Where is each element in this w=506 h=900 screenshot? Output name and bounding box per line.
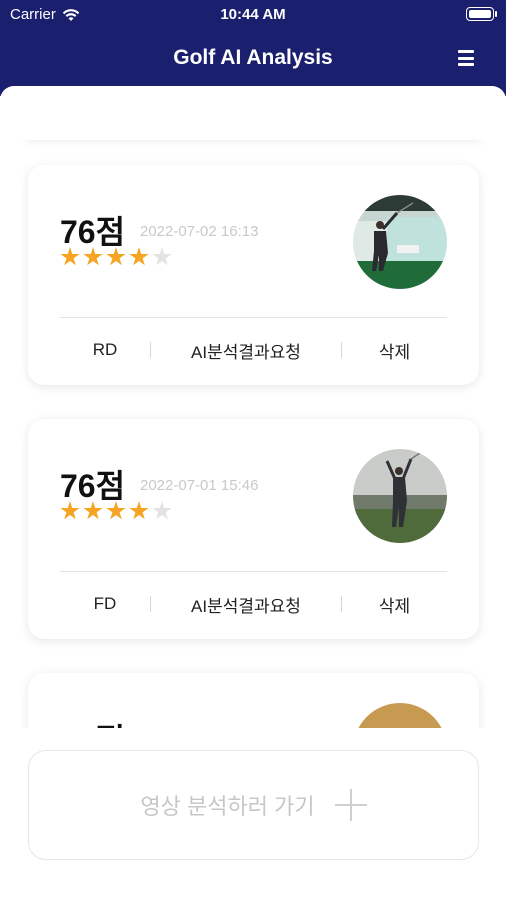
- star-filled-icon: [129, 247, 149, 266]
- analysis-card[interactable]: 76점 2022-07-02 16:13 RD AI분석결과요청 삭제: [28, 165, 479, 385]
- page-title: Golf AI Analysis: [173, 46, 333, 69]
- status-bar: Carrier 10:44 AM: [0, 0, 506, 30]
- analysis-date: 2022-07-02 16:13: [140, 223, 259, 240]
- star-filled-icon: [83, 501, 103, 520]
- app-header: Carrier 10:44 AM Golf AI Analysis: [0, 0, 506, 96]
- delete-button[interactable]: 삭제: [342, 592, 447, 617]
- battery-icon: [466, 7, 497, 21]
- star-filled-icon: [60, 247, 80, 266]
- go-analyze-video-button[interactable]: 영상 분석하러 가기: [28, 750, 479, 860]
- star-empty-icon: [152, 247, 172, 266]
- hamburger-menu-icon[interactable]: [458, 50, 474, 66]
- club-type-label: FD: [93, 594, 117, 613]
- star-filled-icon: [106, 501, 126, 520]
- swing-video-thumbnail[interactable]: [353, 195, 447, 289]
- list-header-spacer: [18, 102, 488, 140]
- request-ai-analysis-button[interactable]: AI분석결과요청: [151, 592, 341, 617]
- analysis-date: 2022-07-01 15:46: [140, 477, 259, 494]
- analysis-card[interactable]: 76점 2022-07-01 15:46 FD AI분석결과요청 삭제: [28, 419, 479, 639]
- delete-button[interactable]: 삭제: [342, 338, 447, 363]
- plus-icon: [334, 789, 367, 821]
- card-actions: RD AI분석결과요청 삭제: [60, 335, 447, 365]
- card-actions: FD AI분석결과요청 삭제: [60, 589, 447, 619]
- star-filled-icon: [83, 247, 103, 266]
- card-divider: [60, 571, 447, 572]
- request-ai-analysis-button[interactable]: AI분석결과요청: [151, 338, 341, 363]
- star-rating: [60, 247, 172, 267]
- club-type-label: RD: [92, 340, 118, 359]
- star-filled-icon: [60, 501, 80, 520]
- star-filled-icon: [129, 501, 149, 520]
- status-time: 10:44 AM: [220, 6, 286, 23]
- star-filled-icon: [106, 247, 126, 266]
- swing-video-thumbnail[interactable]: [353, 449, 447, 543]
- card-divider: [60, 317, 447, 318]
- star-rating: [60, 501, 172, 521]
- nav-bar: Golf AI Analysis: [0, 36, 506, 80]
- go-analyze-video-label: 영상 분석하러 가기: [140, 794, 315, 819]
- star-empty-icon: [152, 501, 172, 520]
